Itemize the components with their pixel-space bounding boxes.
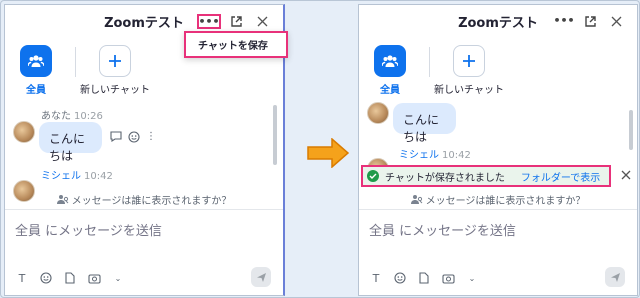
visibility-hint[interactable]: メッセージは誰に表示されますか？	[359, 192, 637, 207]
message-header: あなた 10:26	[41, 107, 103, 122]
new-chat[interactable]: 新しいチャット	[434, 45, 504, 96]
scrollbar[interactable]	[273, 105, 277, 165]
close-icon[interactable]	[621, 169, 631, 183]
scrollbar[interactable]	[629, 110, 633, 150]
send-icon[interactable]	[605, 267, 625, 287]
composer-toolbar: T ⌄	[369, 271, 479, 285]
quick-actions: 全員 新しいチャット	[11, 45, 150, 96]
message-composer: 全員 にメッセージを送信 T ⌄	[359, 209, 637, 295]
toast-text: チャットが保存されました	[385, 172, 505, 184]
text-format-icon[interactable]: T	[15, 271, 29, 285]
sender-name: ミシェル	[41, 171, 81, 182]
popout-icon[interactable]	[583, 14, 597, 28]
show-in-folder-link[interactable]: フォルダーで表示	[521, 169, 600, 184]
close-icon[interactable]	[609, 14, 623, 28]
chat-panel-after: Zoomテスト ••• 全員 新しいチャット こんにちは ミシェル 10:42 …	[358, 4, 638, 296]
people-icon	[374, 45, 406, 77]
window-title: Zoomテスト	[458, 15, 538, 31]
ellipsis-icon: •••	[198, 14, 220, 28]
message-actions: ⋮	[110, 131, 156, 146]
emoji-icon[interactable]	[39, 271, 53, 285]
save-success-toast: チャットが保存されました フォルダーで表示	[361, 165, 611, 187]
avatar	[13, 121, 35, 143]
right-arrow-icon	[307, 137, 350, 172]
message-bubble: こんにちは	[39, 122, 102, 163]
message-bubble: こんにちは	[393, 103, 456, 144]
message-input[interactable]: 全員 にメッセージを送信	[369, 220, 516, 239]
plus-icon	[453, 45, 485, 77]
everyone-chat[interactable]: 全員	[11, 45, 61, 96]
text-format-icon[interactable]: T	[369, 271, 383, 285]
visibility-hint[interactable]: メッセージは誰に表示されますか？	[5, 192, 283, 207]
message-header: ミシェル 10:42	[399, 146, 471, 161]
new-chat-label: 新しいチャット	[434, 85, 504, 96]
save-chat-menu-item[interactable]: チャットを保存	[184, 31, 288, 58]
screenshot-frame: Zoomテスト ••• 全員 新しいチャット あなた 10:26 こんにちは ⋮…	[0, 0, 640, 298]
chevron-down-icon[interactable]: ⌄	[111, 271, 125, 285]
quick-actions: 全員 新しいチャット	[365, 45, 504, 96]
more-options-button[interactable]: •••	[197, 14, 221, 29]
close-icon[interactable]	[255, 15, 269, 29]
reply-icon[interactable]	[110, 131, 122, 146]
everyone-chat[interactable]: 全員	[365, 45, 415, 96]
popout-icon[interactable]	[229, 15, 243, 29]
title-bar-actions: •••	[197, 14, 269, 29]
message-time: 10:42	[84, 171, 113, 182]
chevron-down-icon[interactable]: ⌄	[465, 271, 479, 285]
reaction-icon[interactable]	[128, 131, 140, 146]
divider	[75, 47, 76, 77]
everyone-label: 全員	[380, 85, 400, 96]
check-circle-icon	[367, 170, 379, 182]
screenshot-icon[interactable]	[87, 271, 101, 285]
screenshot-icon[interactable]	[441, 271, 455, 285]
more-icon[interactable]: ⋮	[146, 131, 156, 146]
message-header: ミシェル 10:42	[41, 167, 113, 182]
divider	[429, 47, 430, 77]
composer-toolbar: T ⌄	[15, 271, 125, 285]
message-composer: 全員 にメッセージを送信 T ⌄	[5, 209, 283, 295]
visibility-text: メッセージは誰に表示されますか？	[425, 196, 586, 207]
file-icon[interactable]	[417, 271, 431, 285]
sender-name: あなた	[41, 111, 71, 122]
new-chat[interactable]: 新しいチャット	[80, 45, 150, 96]
people-icon	[56, 195, 68, 204]
visibility-text: メッセージは誰に表示されますか？	[71, 196, 232, 207]
window-title: Zoomテスト	[104, 15, 184, 31]
everyone-label: 全員	[26, 85, 46, 96]
message-time: 10:42	[442, 150, 471, 161]
sender-name: ミシェル	[399, 150, 439, 161]
ellipsis-icon[interactable]: •••	[553, 14, 574, 28]
new-chat-label: 新しいチャット	[80, 85, 150, 96]
people-icon	[20, 45, 52, 77]
emoji-icon[interactable]	[393, 271, 407, 285]
plus-icon	[99, 45, 131, 77]
avatar	[367, 102, 389, 124]
file-icon[interactable]	[63, 271, 77, 285]
send-icon[interactable]	[251, 267, 271, 287]
message-time: 10:26	[74, 111, 103, 122]
message-input[interactable]: 全員 にメッセージを送信	[15, 220, 162, 239]
title-bar-actions: •••	[553, 14, 623, 28]
people-icon	[410, 195, 422, 204]
